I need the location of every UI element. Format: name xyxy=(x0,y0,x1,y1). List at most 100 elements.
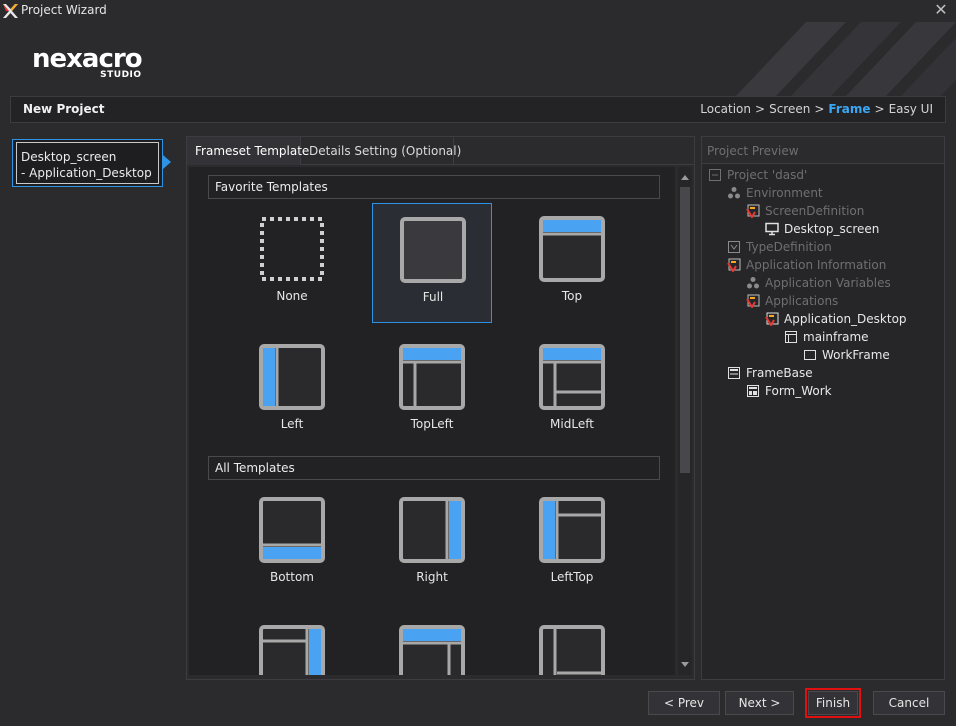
next-button[interactable]: Next > xyxy=(725,691,794,715)
left-bottom-template-icon xyxy=(539,625,605,675)
crumb-easy-ui: Easy UI xyxy=(888,102,933,116)
template-label: Right xyxy=(416,570,448,584)
monitor-icon xyxy=(765,222,779,236)
template-bottom[interactable]: Bottom xyxy=(232,484,352,604)
environment-icon xyxy=(728,187,740,199)
tree-item-desktop-screen: Desktop_screen xyxy=(765,220,879,238)
template-topleft[interactable]: TopLeft xyxy=(372,331,492,451)
template-label: None xyxy=(276,289,308,303)
top-right-template-icon xyxy=(399,625,465,675)
template-lefttop[interactable]: LeftTop xyxy=(512,484,632,604)
step-header: New Project Location > Screen > Frame > Easy U… xyxy=(10,96,946,123)
scroll-up-icon[interactable] xyxy=(681,175,689,180)
tab-strip: Frameset Template Details Setting (Optio… xyxy=(187,137,694,165)
tree-item-mainframe: mainframe xyxy=(784,328,869,346)
nexacro-app-icon xyxy=(3,4,18,18)
breadcrumb: Location > Screen > Frame > Easy UI xyxy=(700,102,933,116)
tree-item-application-desktop: Application_Desktop xyxy=(765,310,907,328)
template-top-right[interactable] xyxy=(372,612,492,675)
project-application-label: - Application_Desktop xyxy=(21,166,152,180)
crumb-separator: > xyxy=(874,102,885,116)
template-left[interactable]: Left xyxy=(232,331,352,451)
formbase-icon xyxy=(728,367,740,379)
right-template-icon xyxy=(399,497,465,563)
tree-item-applications: Applications xyxy=(746,292,838,310)
definition-icon xyxy=(727,258,741,272)
template-midleft[interactable]: MidLeft xyxy=(512,331,632,451)
project-preview-tree: Project 'dasd' Environment ScreenDefinit… xyxy=(701,164,945,680)
template-label: Full xyxy=(422,290,444,304)
template-label: Bottom xyxy=(269,570,314,584)
environment-icon xyxy=(747,277,759,289)
tree-item-form-work: Form_Work xyxy=(746,382,832,400)
definition-icon xyxy=(765,312,779,326)
definition-icon xyxy=(746,204,760,218)
project-preview-header: Project Preview xyxy=(701,136,945,164)
template-left-bottom[interactable] xyxy=(512,612,632,675)
crumb-screen: Screen xyxy=(769,102,811,116)
template-right[interactable]: Right xyxy=(372,484,492,604)
tree-item-type-definition: TypeDefinition xyxy=(727,238,832,256)
scroll-thumb[interactable] xyxy=(680,187,690,473)
tab-details-setting[interactable]: Details Setting (Optional) xyxy=(301,137,461,165)
tree-item-application-variables: Application Variables xyxy=(746,274,891,292)
project-list-item[interactable]: Desktop_screen - Application_Desktop xyxy=(12,139,163,187)
template-label: LeftTop xyxy=(550,570,594,584)
project-screen-label: Desktop_screen xyxy=(21,150,117,164)
template-full[interactable]: Full xyxy=(372,203,492,323)
scroll-down-icon[interactable] xyxy=(681,662,689,667)
tree-item-environment: Environment xyxy=(727,184,823,202)
crumb-separator: > xyxy=(814,102,825,116)
template-panel: Frameset Template Details Setting (Optio… xyxy=(186,136,695,680)
tree-item-screen-definition: ScreenDefinition xyxy=(746,202,864,220)
template-none[interactable]: None xyxy=(232,203,352,323)
template-right-top[interactable] xyxy=(232,612,352,675)
crumb-frame: Frame xyxy=(828,102,871,116)
tree-item-application-information: Application Information xyxy=(727,256,886,274)
title-bar: Project Wizard ✕ xyxy=(0,0,956,22)
finish-button[interactable]: Finish xyxy=(805,688,861,718)
topleft-template-icon xyxy=(399,344,465,410)
nexacro-logo: nexacro STUDIO xyxy=(32,44,143,80)
header-banner: nexacro STUDIO xyxy=(0,22,956,96)
none-template-icon xyxy=(260,217,324,281)
template-top[interactable]: Top xyxy=(512,203,632,323)
form-icon xyxy=(747,385,759,397)
tree-item-framebase: FrameBase xyxy=(727,364,813,382)
close-icon[interactable]: ✕ xyxy=(932,1,950,19)
template-label: Top xyxy=(561,289,583,303)
type-definition-icon xyxy=(728,241,740,253)
tab-frameset-template[interactable]: Frameset Template xyxy=(187,137,309,165)
favorite-templates-header: Favorite Templates xyxy=(208,175,660,199)
logo-word: nexacro xyxy=(32,44,143,74)
frame-icon xyxy=(785,331,797,343)
project-list-item-frame: Desktop_screen - Application_Desktop xyxy=(16,142,159,184)
prev-button[interactable]: < Prev xyxy=(648,691,720,715)
right-top-template-icon xyxy=(259,625,325,675)
template-label: TopLeft xyxy=(410,417,454,431)
definition-icon xyxy=(746,294,760,308)
logo-sub: STUDIO xyxy=(100,70,142,80)
template-list[interactable]: Favorite Templates None Full Top Left To… xyxy=(189,167,675,675)
bottom-template-icon xyxy=(259,497,325,563)
workframe-icon xyxy=(804,350,816,360)
banner-stripes-decoration xyxy=(736,22,956,96)
cancel-button[interactable]: Cancel xyxy=(873,691,945,715)
template-scrollbar[interactable] xyxy=(678,167,692,675)
left-template-icon xyxy=(259,344,325,410)
tree-item-project: Project 'dasd' xyxy=(708,166,807,184)
template-label: Left xyxy=(280,417,304,431)
crumb-separator: > xyxy=(755,102,766,116)
window-title: Project Wizard xyxy=(21,3,107,17)
template-label: MidLeft xyxy=(550,417,594,431)
top-template-icon xyxy=(539,216,605,282)
tree-item-workframe: WorkFrame xyxy=(803,346,890,364)
step-heading: New Project xyxy=(23,102,105,116)
project-icon xyxy=(709,169,721,181)
lefttop-template-icon xyxy=(539,497,605,563)
crumb-location: Location xyxy=(700,102,752,116)
midleft-template-icon xyxy=(539,344,605,410)
all-templates-header: All Templates xyxy=(208,456,660,480)
full-template-icon xyxy=(400,217,466,283)
selection-arrow-icon xyxy=(163,155,171,169)
